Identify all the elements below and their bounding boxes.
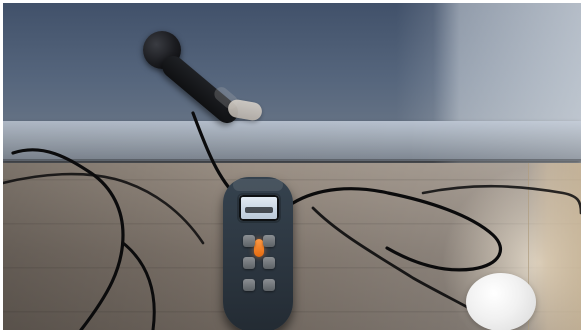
meter-button bbox=[243, 279, 255, 291]
meter-screen-bar bbox=[245, 207, 273, 213]
meter-screen bbox=[239, 195, 279, 221]
meter-button bbox=[263, 257, 275, 269]
meter-button bbox=[263, 279, 275, 291]
meter-button bbox=[263, 235, 275, 247]
photo-frame bbox=[3, 3, 581, 330]
meter-button bbox=[243, 257, 255, 269]
meter-buttons bbox=[243, 235, 275, 307]
white-disc bbox=[466, 273, 536, 330]
cable-bottom bbox=[121, 241, 156, 330]
meter-button bbox=[243, 235, 255, 247]
handheld-meter bbox=[223, 177, 293, 330]
cable-middle bbox=[291, 187, 503, 272]
